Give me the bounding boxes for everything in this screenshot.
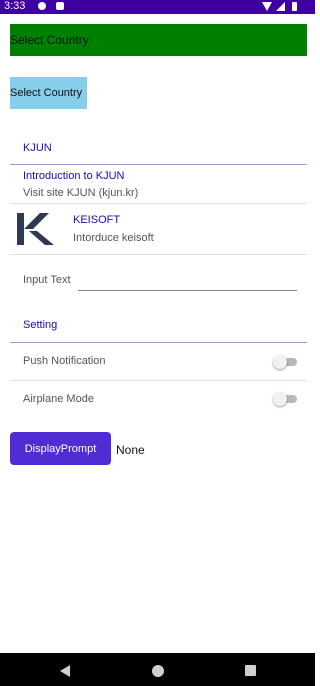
- push-notification-toggle[interactable]: [273, 355, 297, 369]
- notification-icon: [56, 2, 64, 10]
- cell-divider: [10, 203, 307, 204]
- country-picker-green-label: Select Country: [10, 33, 89, 47]
- recents-icon[interactable]: [245, 665, 256, 676]
- country-picker-blue-label: Select Country: [10, 87, 83, 99]
- airplane-mode-toggle[interactable]: [273, 392, 297, 406]
- status-time: 3:33: [4, 0, 26, 12]
- text-cell-detail: Visit site KJUN (kjun.kr): [23, 187, 139, 199]
- image-cell-detail: Intorduce keisoft: [73, 232, 154, 244]
- text-cell-title: Introduction to KJUN: [23, 170, 125, 182]
- battery-icon: [292, 2, 297, 11]
- prompt-result-label: None: [116, 443, 145, 457]
- keisoft-logo-icon: [17, 213, 54, 245]
- privacy-icon: [38, 2, 46, 10]
- country-picker-green[interactable]: Select Country: [10, 24, 307, 56]
- navigation-bar: [0, 653, 315, 686]
- display-prompt-button[interactable]: DisplayPrompt: [10, 432, 111, 465]
- section-header-setting: Setting: [23, 319, 58, 331]
- section-divider: [10, 164, 307, 165]
- switch-thumb: [273, 355, 287, 369]
- country-picker-blue[interactable]: Select Country: [10, 77, 87, 109]
- status-bar: 3:33: [0, 0, 315, 14]
- switch-label: Push Notification: [23, 355, 106, 367]
- wifi-icon: [262, 2, 272, 11]
- switch-label: Airplane Mode: [23, 393, 94, 405]
- back-icon[interactable]: [60, 665, 70, 677]
- switch-thumb: [273, 392, 287, 406]
- input-text-field[interactable]: [78, 272, 297, 291]
- cell-divider: [10, 380, 307, 381]
- image-cell-title: KEISOFT: [73, 214, 121, 226]
- section-divider: [10, 342, 307, 343]
- home-icon[interactable]: [152, 665, 164, 677]
- cell-divider: [10, 254, 307, 255]
- section-header-kjun: KJUN: [23, 142, 52, 154]
- entry-cell-label: Input Text: [23, 274, 71, 286]
- signal-icon: [276, 2, 285, 11]
